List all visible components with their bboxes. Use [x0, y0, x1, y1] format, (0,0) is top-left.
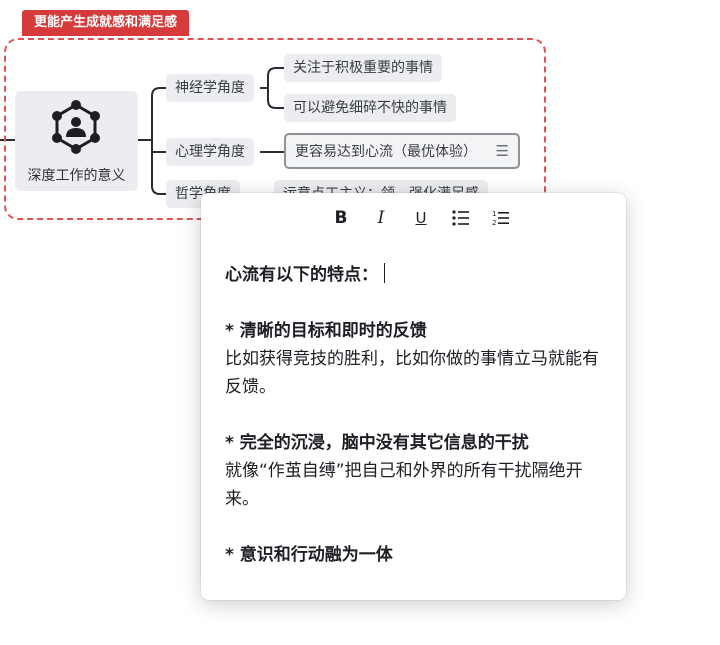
topic-flow-label: 更容易达到心流（最优体验）	[295, 144, 477, 160]
svg-text:2: 2	[492, 219, 496, 227]
root-topic[interactable]: 深度工作的意义	[15, 91, 138, 191]
text-caret	[384, 263, 385, 283]
note-heading: 心流有以下的特点：	[225, 265, 378, 285]
branch-neuro[interactable]: 神经学角度	[166, 74, 254, 102]
note-point-2-body: 就像“作茧自缚”把自己和外界的所有干扰隔绝开来。	[225, 461, 583, 509]
note-point-1-title: * 清晰的目标和即时的反馈	[225, 321, 427, 341]
svg-text:1: 1	[492, 210, 496, 218]
note-icon[interactable]: ☰	[495, 142, 508, 160]
underline-button[interactable]: U	[409, 206, 433, 230]
topic-focus-positive[interactable]: 关注于积极重要的事情	[284, 54, 442, 82]
branch-psych[interactable]: 心理学角度	[166, 138, 254, 166]
format-toolbar: B I U 12	[329, 205, 513, 231]
root-topic-label: 深度工作的意义	[27, 168, 126, 184]
note-editor-popup[interactable]: B I U 12 心流有以下的特点： * 清晰的目标和即时的反馈 比如获得竞技的…	[201, 193, 626, 600]
topic-flow-selected[interactable]: 更容易达到心流（最优体验） ☰	[284, 133, 520, 169]
bold-button[interactable]: B	[329, 206, 353, 230]
italic-button[interactable]: I	[369, 206, 393, 230]
numbered-list-icon[interactable]: 12	[489, 206, 513, 230]
note-point-2-title: * 完全的沉浸，脑中没有其它信息的干扰	[225, 433, 529, 453]
note-point-3-title: * 意识和行动融为一体	[225, 545, 393, 565]
topic-avoid-trivial[interactable]: 可以避免细碎不快的事情	[284, 94, 456, 122]
bullet-list-icon[interactable]	[449, 206, 473, 230]
boundary-label[interactable]: 更能产生成就感和满足感	[22, 10, 190, 36]
note-text-area[interactable]: 心流有以下的特点： * 清晰的目标和即时的反馈 比如获得竞技的胜利，比如你做的事…	[225, 261, 602, 569]
note-point-1-body: 比如获得竞技的胜利，比如你做的事情立马就能有反馈。	[225, 349, 599, 397]
network-person-icon	[52, 100, 100, 154]
